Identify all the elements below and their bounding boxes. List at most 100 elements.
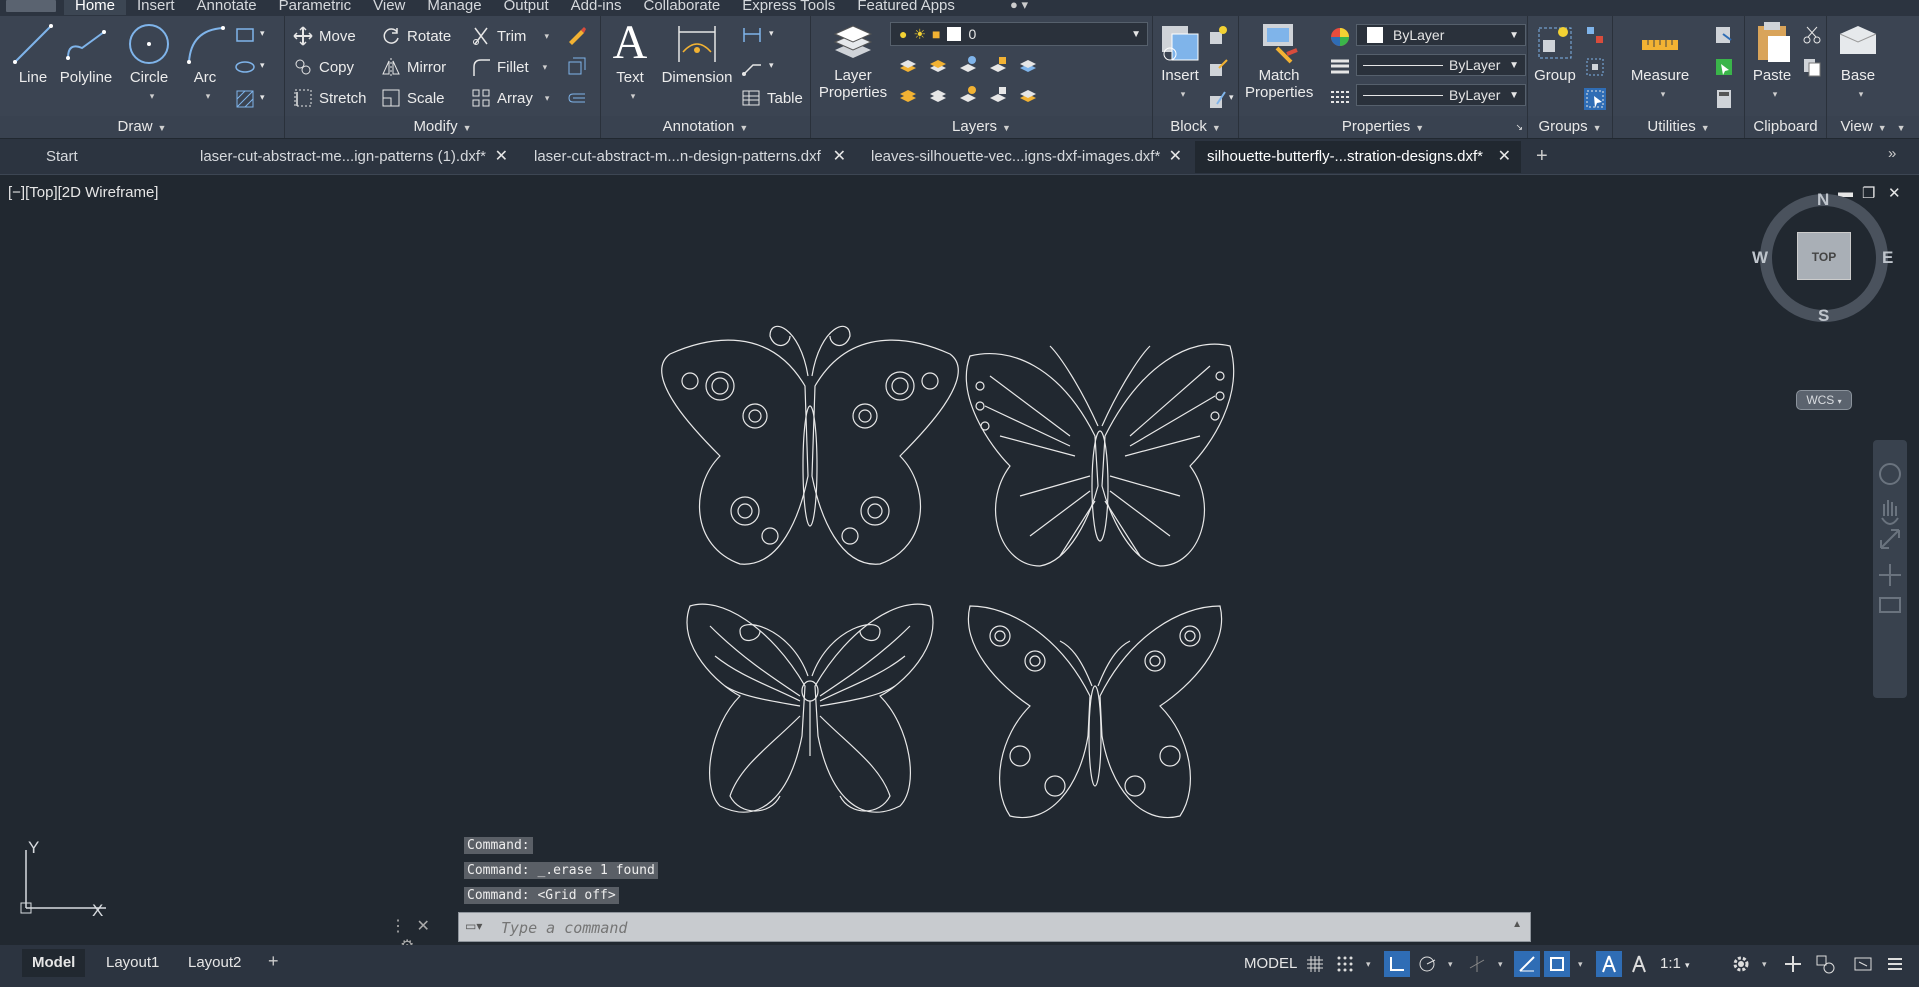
fullscreen-icon[interactable] — [1850, 951, 1876, 977]
orbit-icon[interactable] — [1879, 564, 1901, 586]
zoom-extents-icon[interactable] — [1880, 529, 1900, 549]
chevron-down-icon[interactable]: ▾ — [769, 60, 774, 71]
showmotion-icon[interactable] — [1879, 597, 1901, 613]
drag-handle-icon[interactable]: ⋮ — [390, 918, 406, 935]
customization-menu-icon[interactable] — [1882, 951, 1908, 977]
line-button[interactable]: Line — [10, 22, 56, 86]
linetype-icon[interactable] — [1329, 86, 1351, 108]
layers-panel-title[interactable]: Layers ▼ — [811, 116, 1152, 138]
butterfly-1[interactable] — [661, 325, 959, 565]
chevron-down-icon[interactable]: ▾ — [260, 92, 265, 103]
hatch-icon[interactable] — [234, 88, 256, 110]
snap-icon[interactable] — [1332, 951, 1358, 977]
object-snap-tracking-icon[interactable] — [1514, 951, 1540, 977]
color-wheel-icon[interactable] — [1329, 26, 1351, 48]
calculator-icon[interactable] — [1713, 88, 1735, 110]
isolate-objects-icon[interactable] — [1812, 951, 1838, 977]
tab-insert[interactable]: Insert — [126, 0, 186, 15]
group-selection-icon[interactable] — [1584, 88, 1606, 110]
explode-icon[interactable] — [565, 56, 587, 78]
viewport-controls-label[interactable]: [−][Top][2D Wireframe] — [8, 184, 158, 201]
close-icon[interactable]: ✕ — [833, 141, 846, 173]
layer-unlock-icon[interactable] — [987, 84, 1009, 106]
rotate-button[interactable]: Rotate — [381, 24, 451, 48]
draw-panel-title[interactable]: Draw ▼ — [0, 116, 284, 138]
lineweight-icon[interactable] — [1329, 56, 1351, 78]
scale-button[interactable]: Scale — [381, 86, 445, 110]
close-icon[interactable]: ✕ — [1498, 141, 1511, 173]
annotation-scale[interactable]: 1:1 ▾ — [1660, 951, 1690, 977]
create-block-icon[interactable] — [1207, 24, 1229, 46]
utilities-panel-title[interactable]: Utilities ▼ — [1613, 116, 1744, 138]
quick-select-icon[interactable] — [1713, 24, 1735, 46]
auto-scale-icon[interactable] — [1626, 951, 1652, 977]
butterfly-4[interactable] — [967, 605, 1223, 819]
group-edit-icon[interactable] — [1584, 56, 1606, 78]
chevron-down-icon[interactable]: ▾ — [1448, 959, 1453, 970]
tab-home[interactable]: Home — [64, 0, 127, 15]
steering-wheel-icon[interactable] — [1879, 463, 1901, 485]
select-all-icon[interactable] — [1713, 56, 1735, 78]
doc-tab[interactable]: laser-cut-abstract-m...n-design-patterns… — [522, 141, 856, 173]
compass-w[interactable]: W — [1752, 248, 1768, 268]
butterfly-3[interactable] — [686, 603, 934, 813]
trim-button[interactable]: Trim ▾ — [471, 24, 549, 48]
annotation-visibility-icon[interactable] — [1596, 951, 1622, 977]
group-button[interactable]: Group — [1532, 20, 1578, 84]
tab-featured-apps[interactable]: Featured Apps — [846, 0, 966, 15]
dialog-launcher-icon[interactable]: ↘ — [1515, 116, 1523, 138]
chevron-down-icon[interactable]: ▾ — [260, 28, 265, 39]
text-button[interactable]: A Text ▾ — [609, 19, 651, 103]
match-properties-button[interactable]: Match Properties — [1245, 20, 1313, 101]
tab-annotate[interactable]: Annotate — [186, 0, 268, 15]
chevron-down-icon[interactable]: ▾ — [545, 93, 550, 104]
layer-on-icon[interactable] — [897, 84, 919, 106]
annotation-panel-title[interactable]: Annotation ▼ — [601, 116, 810, 138]
erase-icon[interactable] — [565, 24, 587, 46]
chevron-down-icon[interactable]: ▾ — [1181, 89, 1186, 99]
layout-tab-model[interactable]: Model — [22, 949, 86, 977]
table-button[interactable]: Table — [741, 86, 803, 110]
drawing-viewport[interactable]: [−][Top][2D Wireframe] ▬ ❐ ✕ N S E W TOP… — [0, 176, 1919, 945]
paste-button[interactable]: Paste ▾ — [1749, 20, 1795, 101]
layer-isolate-icon[interactable] — [927, 54, 949, 76]
chevron-down-icon[interactable]: ▾ — [150, 91, 155, 101]
polyline-button[interactable]: Polyline — [58, 22, 114, 86]
linear-dimension-icon[interactable] — [741, 24, 763, 46]
close-icon[interactable]: ✕ — [416, 918, 429, 935]
command-prompt-icon[interactable]: ▭▾ — [465, 919, 482, 933]
stretch-button[interactable]: Stretch — [293, 86, 367, 110]
tab-output[interactable]: Output — [493, 0, 560, 15]
layer-thaw-icon[interactable] — [957, 84, 979, 106]
chevron-down-icon[interactable]: ▾ — [260, 60, 265, 71]
chevron-down-icon[interactable]: ▾ — [631, 91, 636, 101]
insert-button[interactable]: Insert ▾ — [1157, 20, 1203, 101]
base-button[interactable]: Base ▾ — [1835, 20, 1881, 101]
color-dropdown[interactable]: ByLayer ▼ — [1356, 24, 1526, 46]
copy-clip-icon[interactable] — [1801, 56, 1823, 78]
compass-s[interactable]: S — [1818, 306, 1829, 326]
ungroup-icon[interactable] — [1584, 24, 1606, 46]
doc-tab-active[interactable]: silhouette-butterfly-...stration-designs… — [1195, 141, 1521, 173]
measure-button[interactable]: Measure ▾ — [1627, 20, 1693, 101]
modify-panel-title[interactable]: Modify ▼ — [285, 116, 600, 138]
rectangle-icon[interactable] — [234, 24, 256, 46]
tab-overflow-icon[interactable]: » — [1888, 145, 1896, 162]
circle-button[interactable]: Circle ▾ — [124, 22, 174, 103]
chevron-up-icon[interactable]: ▲ — [1512, 919, 1522, 930]
lineweight-dropdown[interactable]: ByLayer ▼ — [1356, 54, 1526, 76]
close-icon[interactable]: ✕ — [495, 141, 508, 173]
move-button[interactable]: Move — [293, 24, 356, 48]
properties-panel-title[interactable]: Properties ▼ ↘ — [1239, 116, 1527, 138]
fillet-button[interactable]: Fillet ▾ — [471, 55, 547, 79]
array-button[interactable]: Array ▾ — [471, 86, 549, 110]
groups-panel-title[interactable]: Groups ▼ — [1528, 116, 1612, 138]
layer-off-icon[interactable] — [897, 54, 919, 76]
block-panel-title[interactable]: Block ▼ — [1153, 116, 1238, 138]
chevron-down-icon[interactable]: ▾ — [1859, 89, 1864, 99]
chevron-down-icon[interactable]: ▾ — [1366, 959, 1371, 970]
chevron-down-icon[interactable]: ▾ — [769, 28, 774, 39]
grid-icon[interactable] — [1302, 951, 1328, 977]
chevron-down-icon[interactable]: ▾ — [1498, 959, 1503, 970]
ortho-icon[interactable] — [1384, 951, 1410, 977]
